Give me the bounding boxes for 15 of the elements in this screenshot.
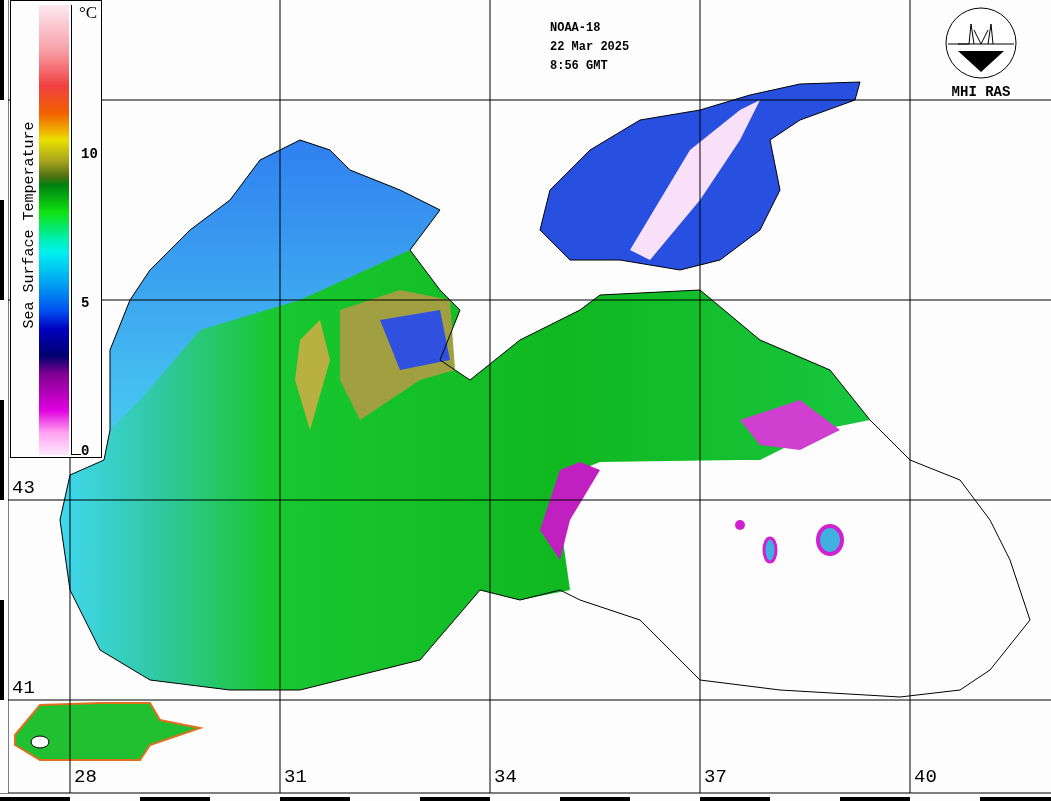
scale-tick-label: 10 xyxy=(81,146,98,162)
logo-icon xyxy=(944,6,1018,80)
unit-label: °C xyxy=(79,3,98,23)
satellite-info-text: 8:56 GMT xyxy=(550,58,609,74)
longitude-label: 28 xyxy=(74,767,97,787)
scale-tick-label: 5 xyxy=(81,294,90,311)
longitude-label: 31 xyxy=(284,767,307,787)
satellite-info-text: NOAA-18 xyxy=(550,20,602,36)
satellite-info-text: 22 Mar 2025 xyxy=(550,39,630,55)
longitude-label: 34 xyxy=(494,767,517,787)
longitude-label: 40 xyxy=(914,767,937,787)
logo-caption: MHI RAS xyxy=(951,83,1011,102)
scale-tick-label: 0 xyxy=(81,443,90,459)
legend-title: Sea Surface Temperature xyxy=(21,120,39,330)
longitude-label: 37 xyxy=(704,767,727,787)
